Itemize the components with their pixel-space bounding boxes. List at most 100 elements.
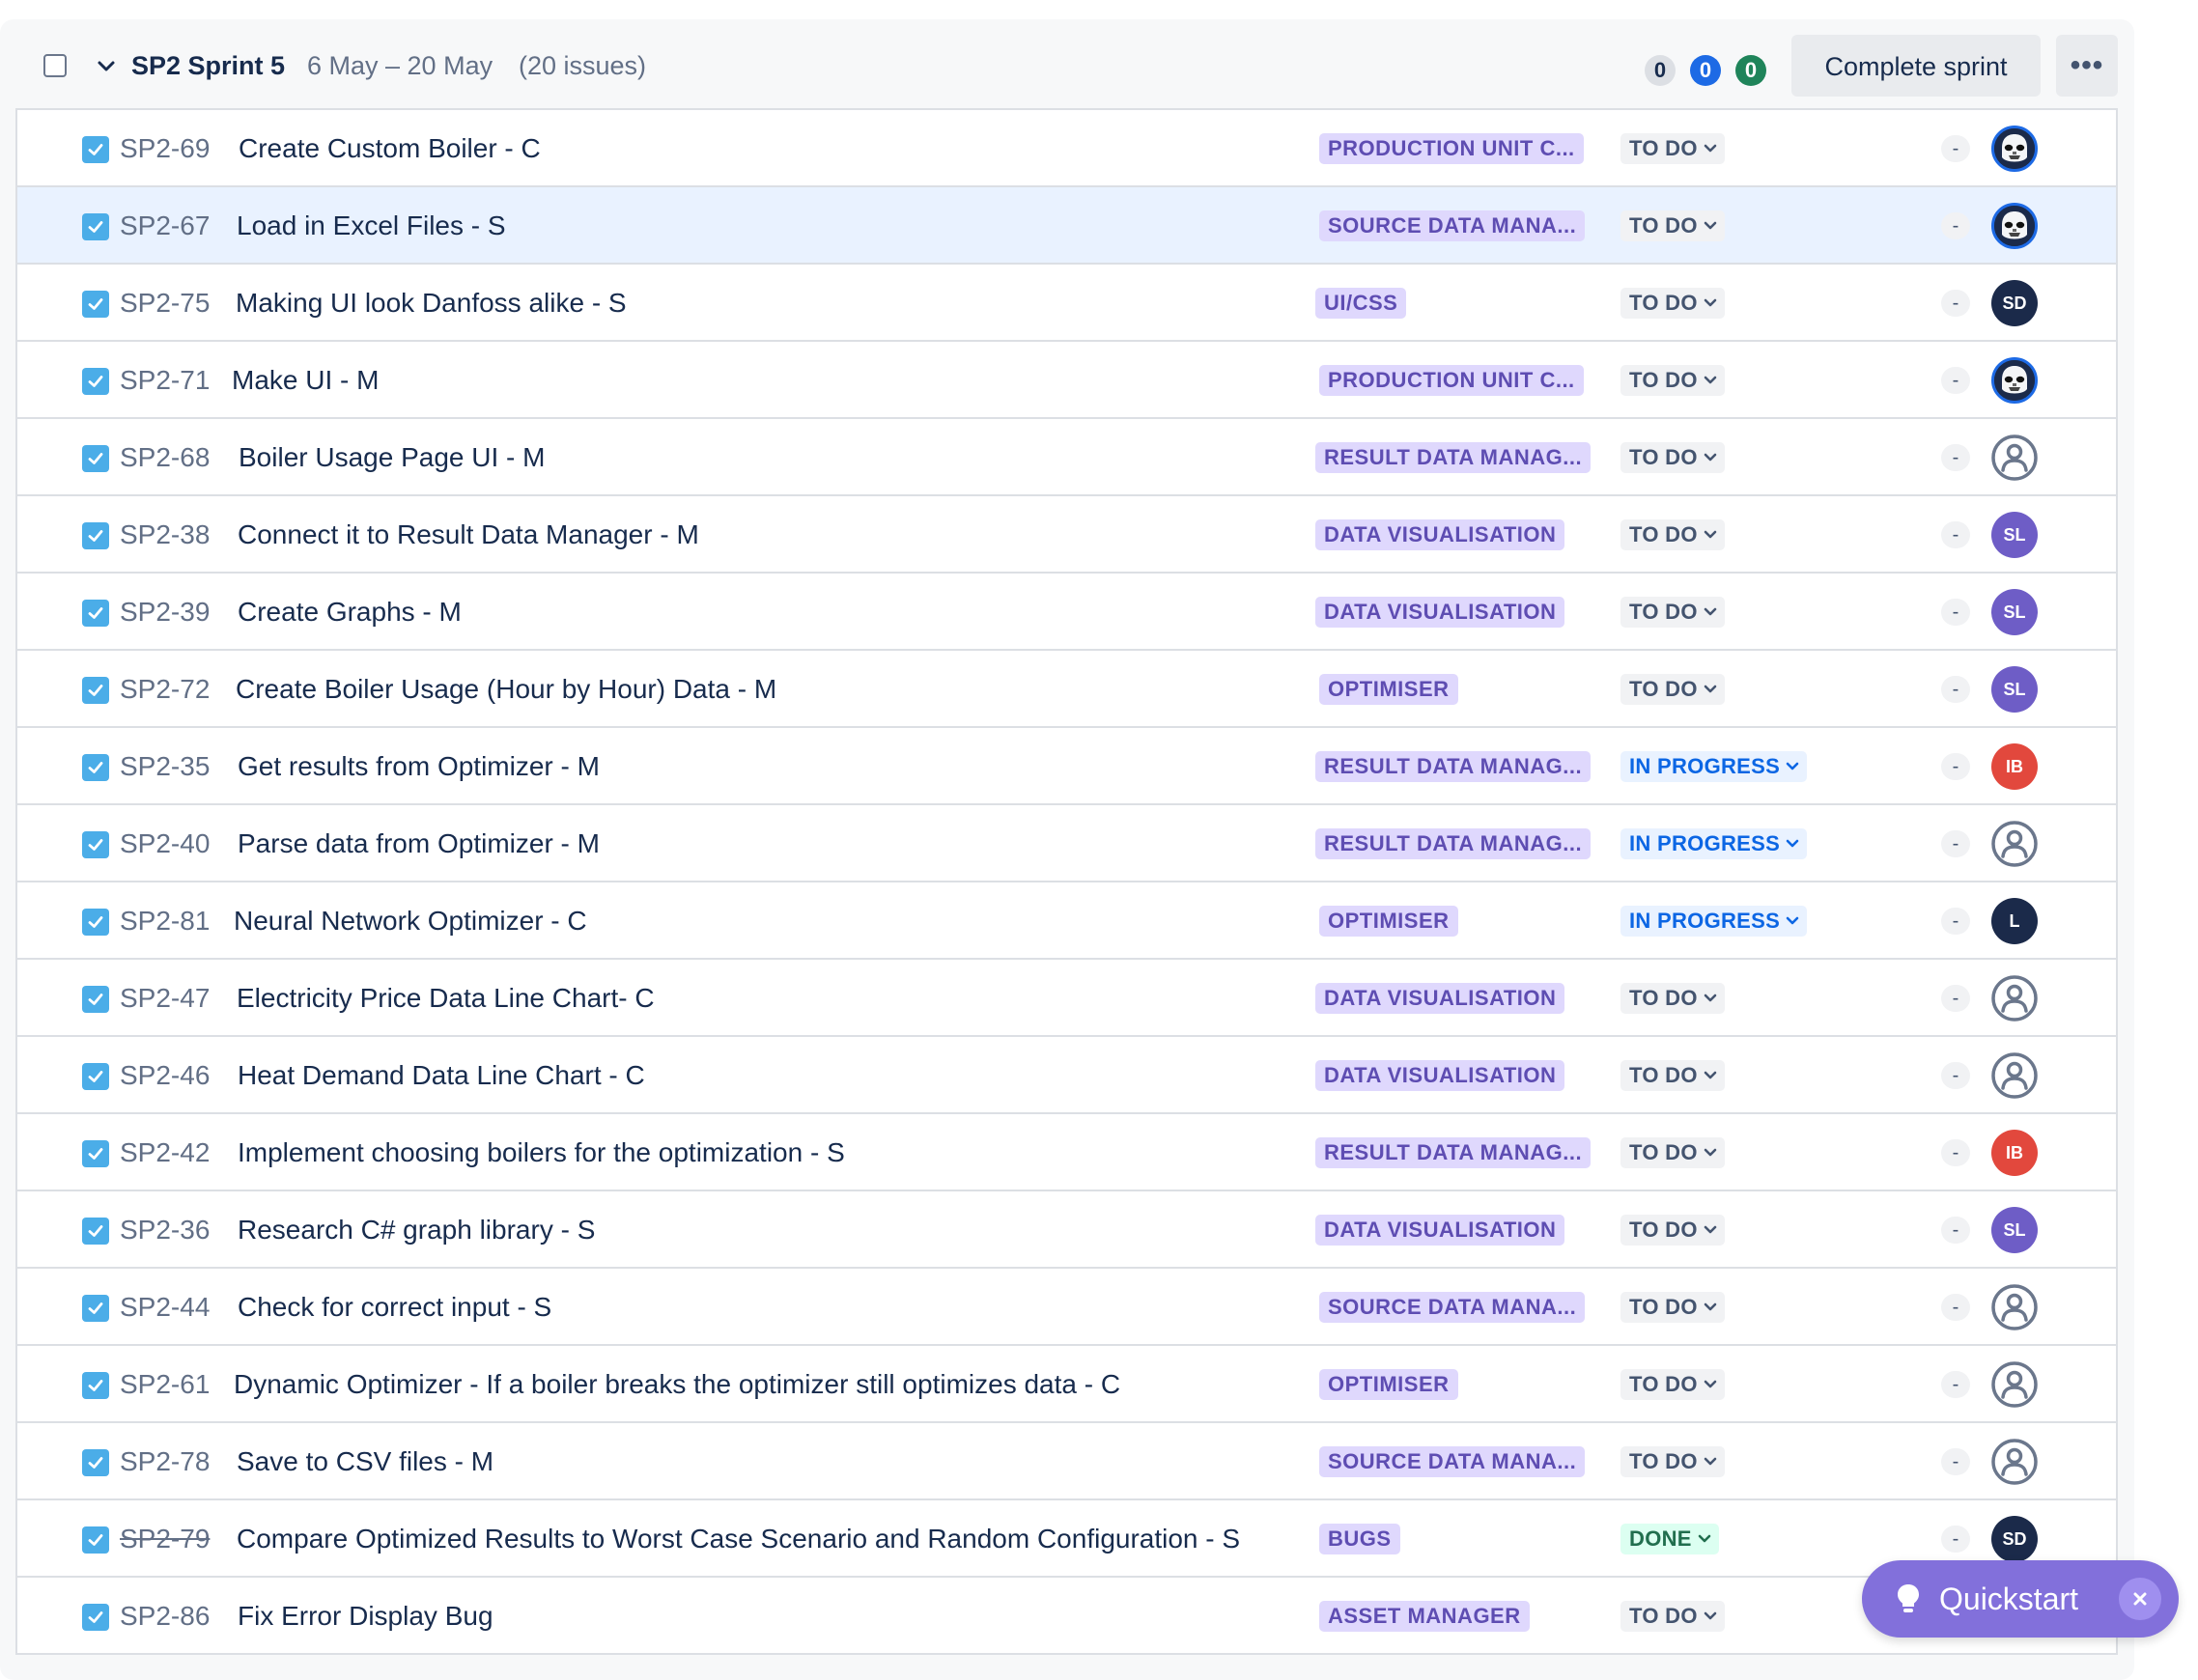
epic-lozenge[interactable]: DATA VISUALISATION xyxy=(1315,1215,1565,1246)
story-points-estimate[interactable]: - xyxy=(1941,830,1970,857)
epic-lozenge[interactable]: OPTIMISER xyxy=(1319,906,1458,937)
story-points-estimate[interactable]: - xyxy=(1941,676,1970,703)
story-points-estimate[interactable]: - xyxy=(1941,1371,1970,1398)
quickstart-close-button[interactable] xyxy=(2119,1578,2161,1620)
status-dropdown[interactable]: TO DO xyxy=(1620,210,1725,241)
epic-lozenge[interactable]: PRODUCTION UNIT C... xyxy=(1319,365,1584,396)
sprint-select-checkbox[interactable] xyxy=(43,54,67,77)
issue-summary[interactable]: Dynamic Optimizer - If a boiler breaks t… xyxy=(234,1369,1120,1400)
issue-key[interactable]: SP2-61 xyxy=(120,1369,210,1400)
assignee-avatar[interactable]: IB xyxy=(1991,743,2038,790)
story-points-estimate[interactable]: - xyxy=(1941,1139,1970,1166)
issue-summary[interactable]: Check for correct input - S xyxy=(238,1292,551,1323)
issue-row[interactable]: SP2-79 Compare Optimized Results to Worst… xyxy=(17,1500,2116,1578)
epic-lozenge[interactable]: RESULT DATA MANAG... xyxy=(1315,828,1592,859)
issue-key[interactable]: SP2-68 xyxy=(120,442,210,473)
issue-summary[interactable]: Electricity Price Data Line Chart- C xyxy=(237,983,655,1014)
complete-sprint-button[interactable]: Complete sprint xyxy=(1791,35,2041,97)
issue-summary[interactable]: Boiler Usage Page UI - M xyxy=(239,442,545,473)
issue-summary[interactable]: Compare Optimized Results to Worst Case … xyxy=(237,1524,1240,1554)
issue-summary[interactable]: Make UI - M xyxy=(232,365,379,396)
issue-key[interactable]: SP2-36 xyxy=(120,1215,210,1246)
assignee-avatar[interactable] xyxy=(1991,1284,2038,1330)
issue-key[interactable]: SP2-39 xyxy=(120,597,210,628)
epic-lozenge[interactable]: DATA VISUALISATION xyxy=(1315,983,1565,1014)
assignee-avatar[interactable] xyxy=(1991,821,2038,867)
status-dropdown[interactable]: TO DO xyxy=(1620,674,1725,705)
issue-summary[interactable]: Parse data from Optimizer - M xyxy=(238,828,600,859)
status-dropdown[interactable]: TO DO xyxy=(1620,133,1725,164)
status-dropdown[interactable]: TO DO xyxy=(1620,983,1725,1014)
assignee-avatar[interactable] xyxy=(1991,357,2038,404)
issue-summary[interactable]: Research C# graph library - S xyxy=(238,1215,595,1246)
assignee-avatar[interactable]: SL xyxy=(1991,589,2038,635)
issue-key[interactable]: SP2-46 xyxy=(120,1060,210,1091)
story-points-estimate[interactable]: - xyxy=(1941,599,1970,626)
issue-key[interactable]: SP2-38 xyxy=(120,519,210,550)
chevron-down-icon[interactable] xyxy=(97,60,116,73)
issue-summary[interactable]: Fix Error Display Bug xyxy=(238,1601,493,1632)
issue-key[interactable]: SP2-79 xyxy=(120,1524,210,1554)
story-points-estimate[interactable]: - xyxy=(1941,290,1970,317)
status-dropdown[interactable]: IN PROGRESS xyxy=(1620,906,1808,937)
epic-lozenge[interactable]: SOURCE DATA MANA... xyxy=(1319,210,1586,241)
issue-key[interactable]: SP2-67 xyxy=(120,210,210,241)
assignee-avatar[interactable] xyxy=(1991,1361,2038,1408)
status-dropdown[interactable]: TO DO xyxy=(1620,442,1725,473)
epic-lozenge[interactable]: BUGS xyxy=(1319,1524,1400,1554)
story-points-estimate[interactable]: - xyxy=(1941,521,1970,548)
issue-key[interactable]: SP2-35 xyxy=(120,751,210,782)
assignee-avatar[interactable]: SD xyxy=(1991,1516,2038,1562)
issue-key[interactable]: SP2-78 xyxy=(120,1446,210,1477)
issue-row[interactable]: SP2-68 Boiler Usage Page UI - M RESULT DAT… xyxy=(17,419,2116,496)
assignee-avatar[interactable] xyxy=(1991,203,2038,249)
story-points-estimate[interactable]: - xyxy=(1941,135,1970,162)
epic-lozenge[interactable]: ASSET MANAGER xyxy=(1319,1601,1530,1632)
issue-summary[interactable]: Save to CSV files - M xyxy=(237,1446,493,1477)
story-points-estimate[interactable]: - xyxy=(1941,908,1970,935)
issue-row[interactable]: SP2-86 Fix Error Display Bug ASSET MANAGER… xyxy=(17,1578,2116,1655)
issue-row[interactable]: SP2-75 Making UI look Danfoss alike - S UI… xyxy=(17,265,2116,342)
issue-key[interactable]: SP2-69 xyxy=(120,133,210,164)
status-dropdown[interactable]: TO DO xyxy=(1620,519,1725,550)
issue-row[interactable]: SP2-44 Check for correct input - S SOURCE … xyxy=(17,1269,2116,1346)
issue-summary[interactable]: Heat Demand Data Line Chart - C xyxy=(238,1060,645,1091)
issue-summary[interactable]: Create Graphs - M xyxy=(238,597,462,628)
issue-summary[interactable]: Load in Excel Files - S xyxy=(237,210,506,241)
issue-row[interactable]: SP2-67 Load in Excel Files - S SOURCE DATA… xyxy=(17,187,2116,265)
status-dropdown[interactable]: TO DO xyxy=(1620,288,1725,319)
assignee-avatar[interactable]: IB xyxy=(1991,1130,2038,1176)
issue-key[interactable]: SP2-42 xyxy=(120,1137,210,1168)
assignee-avatar[interactable] xyxy=(1991,1439,2038,1485)
epic-lozenge[interactable]: UI/CSS xyxy=(1315,288,1407,319)
issue-row[interactable]: SP2-36 Research C# graph library - S DATA … xyxy=(17,1191,2116,1269)
issue-summary[interactable]: Making UI look Danfoss alike - S xyxy=(236,288,627,319)
issue-key[interactable]: SP2-71 xyxy=(120,365,210,396)
story-points-estimate[interactable]: - xyxy=(1941,1294,1970,1321)
issue-summary[interactable]: Neural Network Optimizer - C xyxy=(234,906,587,937)
story-points-estimate[interactable]: - xyxy=(1941,1448,1970,1475)
epic-lozenge[interactable]: SOURCE DATA MANA... xyxy=(1319,1292,1586,1323)
issue-row[interactable]: SP2-47 Electricity Price Data Line Chart-… xyxy=(17,960,2116,1037)
issue-key[interactable]: SP2-47 xyxy=(120,983,210,1014)
issue-summary[interactable]: Get results from Optimizer - M xyxy=(238,751,600,782)
status-dropdown[interactable]: TO DO xyxy=(1620,365,1725,396)
epic-lozenge[interactable]: RESULT DATA MANAG... xyxy=(1315,1137,1592,1168)
story-points-estimate[interactable]: - xyxy=(1941,753,1970,780)
story-points-estimate[interactable]: - xyxy=(1941,444,1970,471)
issue-summary[interactable]: Connect it to Result Data Manager - M xyxy=(238,519,699,550)
status-dropdown[interactable]: TO DO xyxy=(1620,1060,1725,1091)
story-points-estimate[interactable]: - xyxy=(1941,367,1970,394)
assignee-avatar[interactable] xyxy=(1991,975,2038,1022)
assignee-avatar[interactable]: SL xyxy=(1991,666,2038,713)
sprint-name[interactable]: SP2 Sprint 5 xyxy=(131,50,285,81)
quickstart-button[interactable]: Quickstart xyxy=(1862,1560,2179,1638)
issue-row[interactable]: SP2-61 Dynamic Optimizer - If a boiler br… xyxy=(17,1346,2116,1423)
issue-row[interactable]: SP2-46 Heat Demand Data Line Chart - C DAT… xyxy=(17,1037,2116,1114)
issue-key[interactable]: SP2-81 xyxy=(120,906,210,937)
status-dropdown[interactable]: TO DO xyxy=(1620,1446,1725,1477)
issue-summary[interactable]: Implement choosing boilers for the optim… xyxy=(238,1137,845,1168)
issue-key[interactable]: SP2-40 xyxy=(120,828,210,859)
story-points-estimate[interactable]: - xyxy=(1941,1062,1970,1089)
assignee-avatar[interactable] xyxy=(1991,1052,2038,1099)
